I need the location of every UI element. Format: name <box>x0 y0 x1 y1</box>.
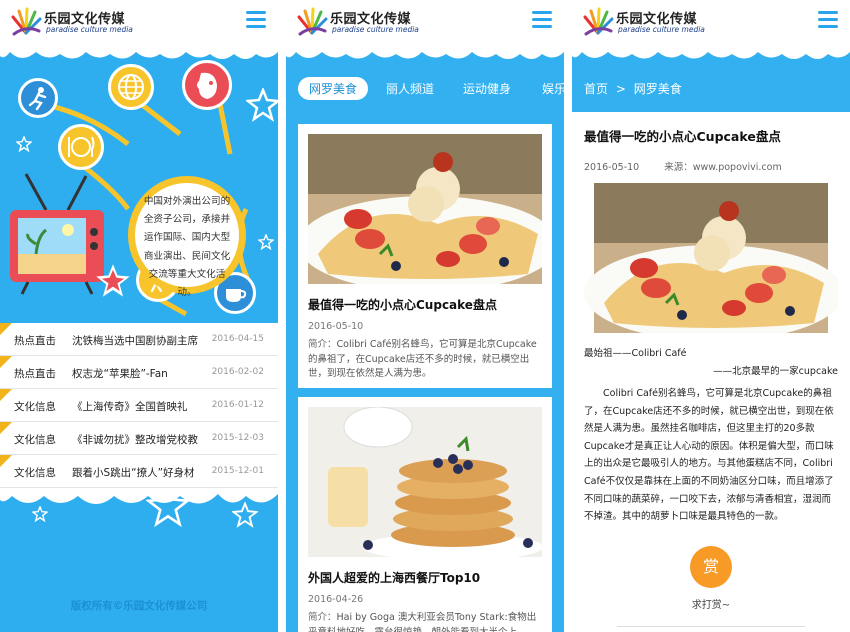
cloud-decoration <box>572 38 850 59</box>
article-source: 来源：www.popovivi.com <box>664 162 782 173</box>
reward-label: 求打赏~ <box>691 600 731 611</box>
news-title[interactable]: 《非诚勿扰》整改增党校教 <box>72 432 210 447</box>
star-icon <box>96 264 130 297</box>
star-icon <box>32 506 48 522</box>
menu-icon[interactable] <box>246 11 266 28</box>
cloud-decoration <box>286 38 564 59</box>
star-icon <box>16 136 32 152</box>
article-title[interactable]: 外国人超爱的上海西餐厅Top10 <box>308 569 542 586</box>
article-date: 2016-05-10 <box>308 321 364 332</box>
news-category: 文化信息 <box>14 467 56 479</box>
article-date: 2016-04-26 <box>308 594 364 605</box>
reward-button[interactable]: 赏 <box>690 546 732 588</box>
star-icon <box>146 484 190 528</box>
logo-icon <box>11 7 42 36</box>
opera-mask-icon[interactable] <box>182 60 232 110</box>
summary-label: 简介： <box>308 339 337 350</box>
article-paragraph: Colibri Café别名蜂鸟，它可算是北京Cupcake的鼻祖了，在Cupc… <box>584 388 834 523</box>
tab-entertainment[interactable]: 娱乐 <box>542 80 564 97</box>
list-item[interactable]: 热点直击 沈铁梅当选中国剧协副主席 2016-04-15 <box>0 323 278 356</box>
crepe-dessert-image <box>308 134 542 284</box>
breadcrumb-separator: > <box>615 82 626 96</box>
intro-circle: 中国对外演出公司的全资子公司，承接并运作国际、国内大型商业演出、民间文化交流等重… <box>128 176 246 298</box>
article-detail-screen: 乐园文化传媒 paradise culture media 首页 > 网罗美食 … <box>572 0 850 632</box>
tab-food[interactable]: 网罗美食 <box>298 77 369 100</box>
skate-icon[interactable] <box>18 78 58 118</box>
dining-icon[interactable] <box>58 124 104 170</box>
news-title[interactable]: 权志龙“苹果脸”-Fan <box>72 366 210 381</box>
image-caption: 最始祖——Colibri Café <box>584 348 687 359</box>
article-title[interactable]: 最值得一吃的小点心Cupcake盘点 <box>308 296 542 313</box>
list-item[interactable]: 文化信息 《上海传奇》全国首映礼 2016-01-12 <box>0 389 278 422</box>
divider <box>617 626 805 627</box>
star-icon <box>232 502 258 528</box>
logo-icon <box>583 7 614 36</box>
brand-subtitle: paradise culture media <box>332 25 419 34</box>
news-title[interactable]: 沈铁梅当选中国剧协副主席 <box>72 333 210 348</box>
news-category: 文化信息 <box>14 401 56 413</box>
crepe-dessert-image <box>584 183 838 333</box>
breadcrumb-current[interactable]: 网罗美食 <box>634 82 682 96</box>
brand-subtitle: paradise culture media <box>46 25 133 34</box>
news-title[interactable]: 跟着小S跳出“撩人”好身材 <box>72 465 210 480</box>
news-title[interactable]: 《上海传奇》全国首映礼 <box>72 399 210 414</box>
home-screen: 乐园文化传媒 paradise culture media 中国对外演出公司的全… <box>0 0 278 632</box>
summary-text: Hai by Goga 澳大利亚会员Tony Stark:食物出乎意料地好吃，露… <box>308 612 537 632</box>
breadcrumb: 首页 > 网罗美食 <box>584 80 686 97</box>
news-date: 2015-12-01 <box>211 466 264 476</box>
article-title: 最值得一吃的小点心Cupcake盘点 <box>584 129 781 144</box>
article-body: 最值得一吃的小点心Cupcake盘点 2016-05-10 来源：www.pop… <box>572 112 850 632</box>
article-date: 2016-05-10 <box>584 162 640 173</box>
tab-fitness[interactable]: 运动健身 <box>463 80 511 97</box>
globe-icon[interactable] <box>108 64 154 110</box>
article-meta: 2016-05-10 来源：www.popovivi.com <box>584 159 838 173</box>
list-item[interactable]: 热点直击 权志龙“苹果脸”-Fan 2016-02-02 <box>0 356 278 389</box>
news-category: 热点直击 <box>14 368 56 380</box>
summary-text: Colibri Café别名蜂鸟，它可算是北京Cupcake的鼻祖了，在Cupc… <box>308 339 537 379</box>
news-category: 文化信息 <box>14 434 56 446</box>
news-list: 热点直击 沈铁梅当选中国剧协副主席 2016-04-15 热点直击 权志龙“苹果… <box>0 323 278 488</box>
logo-icon <box>297 7 328 36</box>
article-summary: 简介：Colibri Café别名蜂鸟，它可算是北京Cupcake的鼻祖了，在C… <box>308 338 542 382</box>
category-tabs: 网罗美食 丽人频道 运动健身 娱乐 <box>286 76 564 104</box>
article-card[interactable]: 最值得一吃的小点心Cupcake盘点 2016-05-10 简介：Colibri… <box>298 124 552 388</box>
news-date: 2016-04-15 <box>211 334 264 344</box>
article-summary: 简介：Hai by Goga 澳大利亚会员Tony Stark:食物出乎意料地好… <box>308 611 542 632</box>
star-icon <box>246 88 278 122</box>
image-subcaption: ——北京最早的一家cupcake <box>713 366 838 377</box>
pancake-image <box>308 407 542 557</box>
news-date: 2016-01-12 <box>211 400 264 410</box>
star-icon <box>258 234 274 250</box>
news-date: 2015-12-03 <box>211 433 264 443</box>
food-list-screen: 乐园文化传媒 paradise culture media 网罗美食 丽人频道 … <box>286 0 564 632</box>
breadcrumb-home[interactable]: 首页 <box>584 82 608 96</box>
copyright-footer: 版权所有©乐园文化传媒公司 <box>70 600 208 612</box>
brand-subtitle: paradise culture media <box>618 25 705 34</box>
list-item[interactable]: 文化信息 《非诚勿扰》整改增党校教 2015-12-03 <box>0 422 278 455</box>
tab-beauty[interactable]: 丽人频道 <box>386 80 434 97</box>
menu-icon[interactable] <box>532 11 552 28</box>
list-item[interactable]: 文化信息 跟着小S跳出“撩人”好身材 2015-12-01 <box>0 455 278 488</box>
news-date: 2016-02-02 <box>211 367 264 377</box>
article-card[interactable]: 外国人超爱的上海西餐厅Top10 2016-04-26 简介：Hai by Go… <box>298 397 552 632</box>
summary-label: 简介： <box>308 612 337 623</box>
news-category: 热点直击 <box>14 335 56 347</box>
intro-text: 中国对外演出公司的全资子公司，承接并运作国际、国内大型商业演出、民间文化交流等重… <box>143 196 231 299</box>
menu-icon[interactable] <box>818 11 838 28</box>
